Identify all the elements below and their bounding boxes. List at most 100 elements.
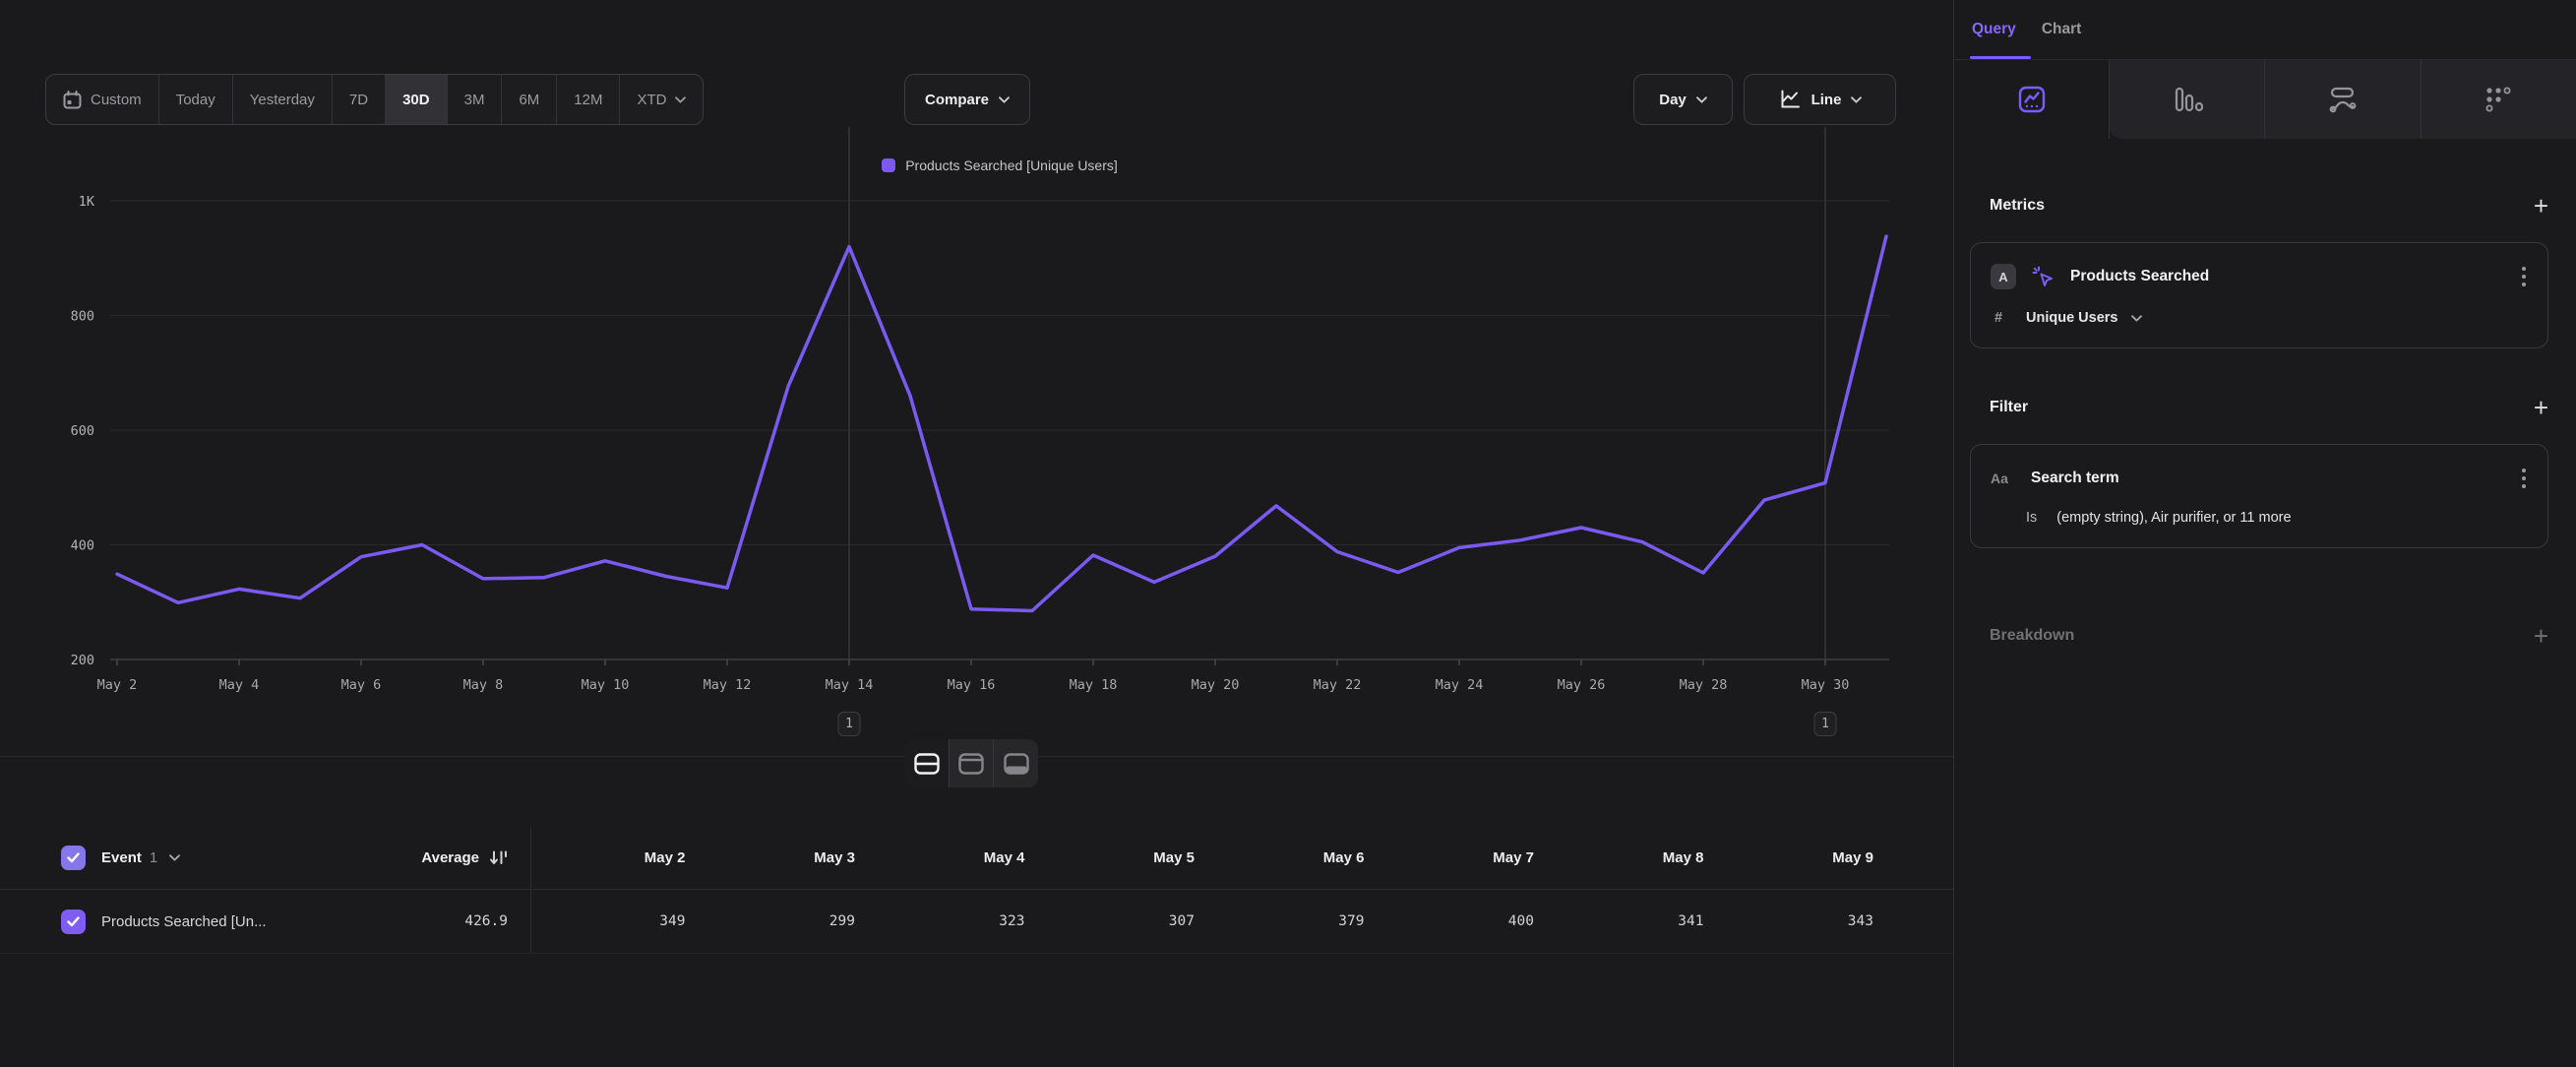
filter-operator[interactable]: Is <box>2026 510 2037 526</box>
chevron-down-icon <box>999 96 1010 103</box>
metric-card[interactable]: A Products Searched # Unique Users <box>1970 242 2548 348</box>
layout-toggle-group <box>905 739 1038 787</box>
tab-chart[interactable]: Chart <box>2042 0 2081 59</box>
check-icon <box>67 916 80 927</box>
filter-card[interactable]: Aa Search term Is (empty string), Air pu… <box>1970 444 2548 548</box>
table-day-value: 343 <box>1720 890 1890 953</box>
query-sidebar: Query Chart Metrics + <box>1953 0 2576 1067</box>
table-day-header[interactable]: May 5 <box>1041 827 1211 889</box>
table-day-header[interactable]: May 9 <box>1720 827 1890 889</box>
string-type-icon: Aa <box>1991 471 2016 486</box>
annotation-badge[interactable]: 1 <box>838 712 861 736</box>
average-value: 426.9 <box>464 913 508 929</box>
analytics-app: CustomTodayYesterday7D30D3M6M12MXTD Comp… <box>0 0 2576 1067</box>
table-day-header[interactable]: May 7 <box>1380 827 1551 889</box>
x-axis-label: May 28 <box>1680 677 1728 693</box>
x-axis-label: May 20 <box>1192 677 1240 693</box>
metric-event-name: Products Searched <box>2070 268 2503 285</box>
filter-property-name: Search term <box>2031 470 2503 487</box>
x-axis-label: May 18 <box>1070 677 1118 693</box>
table-day-header[interactable]: May 6 <box>1210 827 1380 889</box>
calendar-icon <box>63 91 82 109</box>
table-day-header[interactable]: May 4 <box>871 827 1041 889</box>
tab-flows[interactable] <box>2264 60 2420 139</box>
chart-canvas: 200 400 600 800 1K May 2 May 4 May 6 May 8 May 10… <box>0 113 1953 763</box>
select-all-checkbox[interactable] <box>61 846 86 870</box>
x-axis-label: May 10 <box>582 677 630 693</box>
tab-insights[interactable] <box>1954 60 2109 139</box>
split-view-icon <box>914 753 940 775</box>
x-axis-label: May 30 <box>1802 677 1850 693</box>
filter-heading: Filter <box>1990 399 2028 416</box>
y-axis-label: 200 <box>71 653 94 668</box>
add-filter-button[interactable]: + <box>2534 395 2548 420</box>
chart-view-icon <box>958 753 984 775</box>
sort-icon[interactable] <box>489 849 508 866</box>
x-axis-label: May 26 <box>1558 677 1606 693</box>
y-axis-label: 1K <box>79 194 95 210</box>
funnels-icon <box>2172 85 2203 114</box>
line-chart-icon <box>1778 88 1802 111</box>
table-day-value: 341 <box>1550 890 1720 953</box>
granularity-label: Day <box>1659 92 1687 108</box>
y-axis-label: 800 <box>71 309 94 325</box>
tab-retention[interactable] <box>2421 60 2576 139</box>
metric-menu-button[interactable] <box>2518 263 2530 290</box>
table-day-value: 349 <box>531 890 702 953</box>
filter-section: Filter + Aa Search term Is (empty string… <box>1954 395 2576 548</box>
x-axis-label: May 16 <box>948 677 996 693</box>
table-data-row: Products Searched [Un... 426.9 349299323… <box>0 890 1953 954</box>
report-type-tab-group <box>2109 60 2576 139</box>
tab-funnels[interactable] <box>2109 60 2264 139</box>
add-metric-button[interactable]: + <box>2534 193 2548 219</box>
y-axis-label: 400 <box>71 538 94 554</box>
x-axis-label: May 4 <box>219 677 260 693</box>
table-day-value: 400 <box>1380 890 1551 953</box>
x-axis-label: May 6 <box>341 677 382 693</box>
compare-label: Compare <box>925 92 989 108</box>
layout-chart-button[interactable] <box>950 739 994 787</box>
insights-icon <box>2017 85 2047 114</box>
chevron-down-icon <box>1851 96 1862 103</box>
chart-type-label: Line <box>1811 92 1842 108</box>
x-axis-label: May 2 <box>97 677 138 693</box>
flows-icon <box>2327 85 2359 114</box>
results-table: Event 1 Average May 2May 3May 4May 5May … <box>0 827 1953 954</box>
average-header: Average <box>421 849 479 866</box>
table-day-header[interactable]: May 3 <box>702 827 872 889</box>
table-day-value: 379 <box>1210 890 1380 953</box>
table-day-value: 323 <box>871 890 1041 953</box>
filter-value[interactable]: (empty string), Air purifier, or 11 more <box>2056 510 2291 526</box>
annotation-badge[interactable]: 1 <box>1814 712 1837 736</box>
table-day-value: 299 <box>702 890 872 953</box>
x-axis-label: May 22 <box>1314 677 1362 693</box>
add-breakdown-button[interactable]: + <box>2534 623 2548 649</box>
breakdown-heading: Breakdown <box>1990 627 2074 645</box>
table-view-icon <box>1004 753 1029 775</box>
chevron-down-icon[interactable] <box>169 854 180 861</box>
tab-query[interactable]: Query <box>1972 0 2016 59</box>
x-axis-label: May 12 <box>704 677 752 693</box>
series-line[interactable] <box>117 236 1886 610</box>
chevron-down-icon <box>675 96 686 103</box>
layout-table-button[interactable] <box>994 739 1038 787</box>
table-day-value: 307 <box>1041 890 1211 953</box>
metrics-section: Metrics + A Products Searched # Unique U… <box>1954 193 2576 348</box>
event-icon <box>2031 265 2055 289</box>
metrics-heading: Metrics <box>1990 197 2045 215</box>
layout-split-button[interactable] <box>905 739 950 787</box>
table-header-row: Event 1 Average May 2May 3May 4May 5May … <box>0 827 1953 890</box>
table-day-header[interactable]: May 8 <box>1550 827 1720 889</box>
event-header: Event <box>101 849 142 866</box>
chevron-down-icon <box>1696 96 1707 103</box>
series-checkbox[interactable] <box>61 910 86 934</box>
filter-menu-button[interactable] <box>2518 465 2530 492</box>
chevron-down-icon[interactable] <box>2131 315 2142 322</box>
table-day-header[interactable]: May 2 <box>531 827 702 889</box>
event-count: 1 <box>150 849 157 866</box>
aggregation-symbol: # <box>1994 310 2012 326</box>
aggregation-label: Unique Users <box>2026 310 2117 326</box>
report-type-tabs <box>1954 60 2576 139</box>
x-axis-label: May 8 <box>463 677 504 693</box>
y-axis-label: 600 <box>71 423 94 439</box>
